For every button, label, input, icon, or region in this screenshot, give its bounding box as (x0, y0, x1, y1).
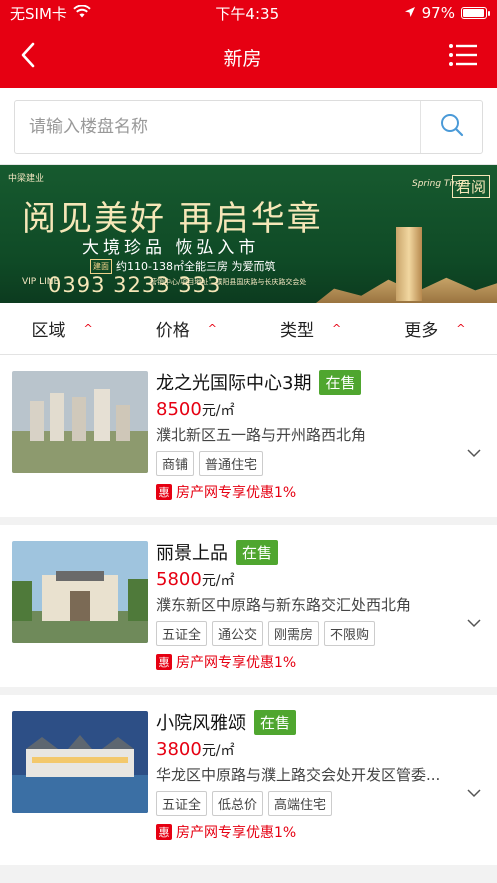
listing-promo: 惠 房产网专享优惠1% (156, 652, 485, 672)
listing-tag: 高端住宅 (268, 791, 333, 816)
listing-price: 3800元/㎡ (156, 739, 485, 760)
filter-more[interactable]: 更多 ^ (373, 316, 497, 341)
listing-address: 濮北新区五一路与开州路西北角 (156, 426, 367, 444)
listing-tag: 低总价 (212, 791, 264, 816)
listing-list: 龙之光国际中心3期 在售 8500元/㎡ 濮北新区五一路与开州路西北角 商铺 普… (0, 355, 497, 865)
caret-up-icon: ^ (456, 322, 466, 335)
listing-title-row: 小院风雅颂 在售 (156, 709, 485, 735)
search-icon (440, 113, 464, 141)
listing-tag: 普通住宅 (199, 451, 264, 476)
banner-logo-junyue: 君阅 (452, 175, 491, 198)
filter-price[interactable]: 价格 ^ (124, 316, 248, 341)
status-bar: 无SIM卡 下午4:35 97% (0, 0, 497, 26)
price-value: 8500 (156, 399, 202, 420)
listing-tag: 商铺 (156, 451, 195, 476)
listing-promo: 惠 房产网专享优惠1% (156, 482, 485, 502)
caret-up-icon: ^ (83, 322, 93, 335)
page-title: 新房 (223, 47, 262, 70)
search-button[interactable] (420, 101, 482, 153)
listing-info: 龙之光国际中心3期 在售 8500元/㎡ 濮北新区五一路与开州路西北角 商铺 普… (156, 369, 485, 517)
carrier-text: 无SIM卡 (10, 4, 67, 23)
status-badge: 在售 (254, 709, 297, 735)
search-input[interactable] (15, 117, 420, 137)
listing-address: 华龙区中原路与濮上路交会处开发区管委... (156, 766, 441, 784)
listing-price: 8500元/㎡ (156, 399, 485, 420)
filter-type[interactable]: 类型 ^ (249, 316, 373, 341)
promo-banner[interactable]: 中梁建业 阅见美好 再启华章 大境珍品 恢弘入市 建面 约110-138㎡全能三… (0, 165, 497, 303)
promo-text: 房产网专享优惠1% (176, 825, 297, 841)
chevron-down-icon[interactable] (467, 783, 481, 802)
listing-title: 小院风雅颂 (156, 713, 246, 734)
filter-label: 类型 (280, 321, 315, 341)
promo-text: 房产网专享优惠1% (176, 485, 297, 501)
listing-tag: 不限购 (324, 621, 376, 646)
listing-title: 丽景上品 (156, 543, 228, 564)
listing-tag: 通公交 (212, 621, 264, 646)
banner-address: 营销中心/项目地址：濮阳县国庆路与长庆路交会处 (150, 278, 307, 286)
wifi-icon (73, 4, 91, 22)
listing-photo (12, 541, 148, 643)
menu-button[interactable] (448, 43, 477, 71)
listing-tag: 刚需房 (268, 621, 320, 646)
banner-spec-chip: 建面 (90, 258, 112, 274)
discount-icon: 惠 (156, 824, 172, 840)
search-box (14, 100, 483, 154)
listing-photo (12, 711, 148, 813)
back-button[interactable] (20, 42, 36, 72)
listing-promo: 惠 房产网专享优惠1% (156, 822, 485, 842)
listing-title-row: 龙之光国际中心3期 在售 (156, 369, 485, 395)
nav-bar: 新房 (0, 26, 497, 88)
chevron-down-icon[interactable] (467, 443, 481, 462)
price-value: 3800 (156, 739, 202, 760)
price-unit: 元/㎡ (201, 573, 235, 589)
listing-info: 小院风雅颂 在售 3800元/㎡ 华龙区中原路与濮上路交会处开发区管委... 五… (156, 709, 485, 865)
banner-spec-text: 约110-138㎡全能三房 为爱而筑 (116, 260, 276, 273)
banner-spec: 建面 约110-138㎡全能三房 为爱而筑 (90, 258, 275, 274)
caret-up-icon: ^ (207, 322, 217, 335)
status-badge: 在售 (236, 539, 279, 565)
listing-card[interactable]: 龙之光国际中心3期 在售 8500元/㎡ 濮北新区五一路与开州路西北角 商铺 普… (0, 355, 497, 525)
listing-title: 龙之光国际中心3期 (156, 373, 312, 394)
listing-photo (12, 371, 148, 473)
listing-tags: 商铺 普通住宅 (156, 451, 485, 476)
battery-icon (460, 7, 490, 19)
battery-fill (462, 9, 485, 17)
discount-icon: 惠 (156, 484, 172, 500)
filter-bar: 区域 ^ 价格 ^ 类型 ^ 更多 ^ (0, 303, 497, 355)
listing-address: 濮东新区中原路与新东路交汇处西北角 (156, 596, 412, 614)
location-arrow-icon (404, 4, 416, 22)
listing-tag: 五证全 (156, 791, 208, 816)
listing-price: 5800元/㎡ (156, 569, 485, 590)
price-unit: 元/㎡ (201, 403, 235, 419)
banner-subtitle: 大境珍品 恢弘入市 (82, 238, 260, 258)
banner-brand: 中梁建业 (8, 174, 45, 184)
promo-text: 房产网专享优惠1% (176, 655, 297, 671)
filter-label: 区域 (31, 321, 66, 341)
filter-region[interactable]: 区域 ^ (0, 316, 124, 341)
listing-title-row: 丽景上品 在售 (156, 539, 485, 565)
battery-percent: 97% (421, 4, 455, 22)
listing-tags: 五证全 低总价 高端住宅 (156, 791, 485, 816)
search-section (0, 88, 497, 165)
discount-icon: 惠 (156, 654, 172, 670)
clock-text: 下午4:35 (215, 4, 280, 23)
price-unit: 元/㎡ (201, 743, 235, 759)
filter-label: 价格 (155, 321, 190, 341)
listing-tag: 五证全 (156, 621, 208, 646)
listing-info: 丽景上品 在售 5800元/㎡ 濮东新区中原路与新东路交汇处西北角 五证全 通公… (156, 539, 485, 687)
listing-tags: 五证全 通公交 刚需房 不限购 (156, 621, 485, 646)
banner-tower-art (396, 227, 422, 301)
price-value: 5800 (156, 569, 202, 590)
chevron-down-icon[interactable] (467, 613, 481, 632)
listing-card[interactable]: 小院风雅颂 在售 3800元/㎡ 华龙区中原路与濮上路交会处开发区管委... 五… (0, 695, 497, 865)
status-badge: 在售 (319, 369, 362, 395)
caret-up-icon: ^ (332, 322, 342, 335)
listing-card[interactable]: 丽景上品 在售 5800元/㎡ 濮东新区中原路与新东路交汇处西北角 五证全 通公… (0, 525, 497, 695)
filter-label: 更多 (404, 321, 439, 341)
